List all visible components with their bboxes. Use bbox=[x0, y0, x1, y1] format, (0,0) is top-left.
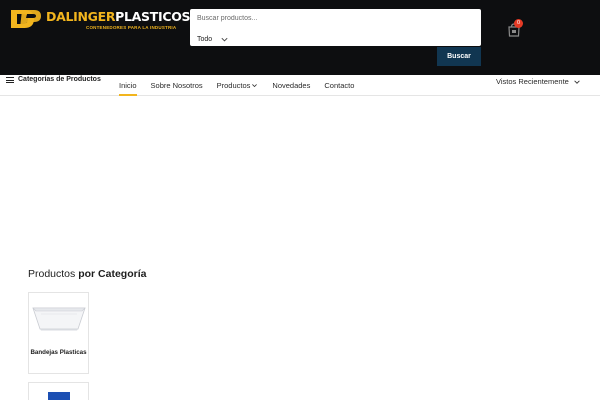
site-logo[interactable]: DALINGERPLASTICOS CONTENEDORES PARA LA I… bbox=[8, 8, 191, 30]
category-card-label: Bandejas Plasticas bbox=[30, 349, 87, 356]
category-card-bandejas[interactable]: Bandejas Plasticas bbox=[28, 292, 89, 374]
nav-item-label: Novedades bbox=[272, 81, 311, 90]
category-card-2[interactable] bbox=[28, 382, 89, 400]
search-category-select[interactable]: Todo bbox=[197, 33, 229, 45]
cart-count-badge: 0 bbox=[514, 19, 523, 28]
chevron-down-icon bbox=[221, 37, 228, 41]
categories-menu-toggle[interactable]: Categorías de Productos bbox=[6, 75, 106, 96]
search-button[interactable]: Buscar bbox=[437, 47, 481, 66]
nav-item-productos[interactable]: Productos bbox=[210, 75, 266, 96]
search-category-value: Todo bbox=[197, 35, 213, 43]
site-header: DALINGERPLASTICOS CONTENEDORES PARA LA I… bbox=[0, 0, 600, 75]
recently-viewed-dropdown[interactable]: Vistos Recientemente bbox=[496, 77, 581, 86]
nav-item-sobre-nosotros[interactable]: Sobre Nosotros bbox=[144, 75, 210, 96]
logo-brand-left: DALINGER bbox=[46, 9, 116, 24]
recently-viewed-label: Vistos Recientemente bbox=[496, 77, 569, 86]
nav-item-label: Productos bbox=[216, 81, 251, 90]
nav-item-inicio[interactable]: Inicio bbox=[112, 75, 144, 96]
nav-item-contacto[interactable]: Contacto bbox=[317, 75, 361, 96]
nav-item-label: Contacto bbox=[324, 81, 355, 90]
blue-container-image bbox=[48, 392, 70, 400]
nav-item-novedades[interactable]: Novedades bbox=[265, 75, 317, 96]
main-navigation: Categorías de Productos Inicio Sobre Nos… bbox=[0, 75, 600, 96]
nav-links: Inicio Sobre Nosotros Productos Novedade… bbox=[112, 75, 361, 96]
section-title: Productos por Categoría bbox=[28, 268, 146, 280]
logo-dp-icon bbox=[11, 10, 41, 28]
nav-item-label: Inicio bbox=[119, 81, 137, 90]
search-form: Todo bbox=[190, 9, 481, 46]
categories-menu-label: Categorías de Productos bbox=[18, 76, 101, 83]
section-title-prefix: Productos bbox=[28, 268, 76, 280]
nav-item-label: Sobre Nosotros bbox=[150, 81, 203, 90]
search-input[interactable] bbox=[190, 9, 481, 27]
chevron-down-icon bbox=[252, 84, 258, 88]
white-tray-image bbox=[32, 307, 86, 331]
page: DALINGERPLASTICOS CONTENEDORES PARA LA I… bbox=[0, 0, 600, 400]
logo-brand-right: PLASTICOS bbox=[115, 9, 191, 24]
chevron-down-icon bbox=[574, 79, 580, 84]
section-title-strong: por Categoría bbox=[78, 268, 147, 280]
logo-wordmark: DALINGERPLASTICOS bbox=[46, 9, 191, 24]
logo-tagline: CONTENEDORES PARA LA INDUSTRIA bbox=[86, 25, 177, 30]
